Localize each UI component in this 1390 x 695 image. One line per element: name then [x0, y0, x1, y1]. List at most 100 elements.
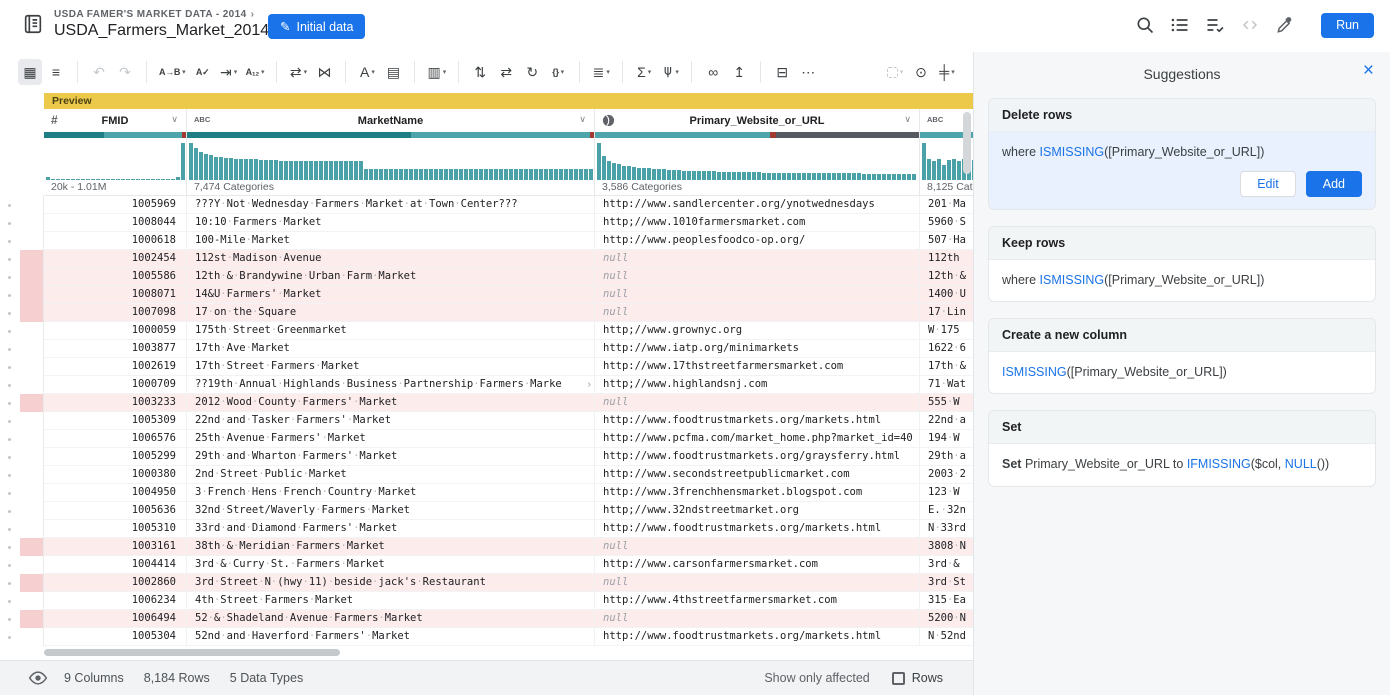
table-row[interactable]: 10032332012·Wood·County·Farmers'·Marketn…	[0, 394, 973, 412]
cell-url[interactable]: http://www.carsonfarmersmarket.com	[595, 556, 920, 574]
row-gutter[interactable]	[20, 340, 44, 358]
table-row[interactable]: 10044143rd·&·Curry·St.·Farmers·Markethtt…	[0, 556, 973, 574]
cell-fmid[interactable]: 1006234	[44, 592, 187, 610]
add-button[interactable]: Add	[1306, 171, 1362, 197]
cell-marketname[interactable]: 38th·&·Meridian·Farmers·Market	[187, 538, 595, 556]
cell-fmid[interactable]: 1005309	[44, 412, 187, 430]
suggestion-card-delete-rows[interactable]: Delete rowswhere ISMISSING([Primary_Webs…	[988, 98, 1376, 210]
row-gutter[interactable]	[20, 394, 44, 412]
row-gutter[interactable]	[20, 232, 44, 250]
cell-marketname[interactable]: 33rd·and·Diamond·Farmers'·Market	[187, 520, 595, 538]
cell-marketname[interactable]: ???Y·Not·Wednesday·Farmers·Market·at·Tow…	[187, 196, 595, 214]
cell-fmid[interactable]: 1003161	[44, 538, 187, 556]
row-gutter[interactable]	[20, 502, 44, 520]
column-header[interactable]: #FMID∨	[44, 109, 186, 132]
row-gutter[interactable]	[20, 430, 44, 448]
comment-icon[interactable]: ⊟	[770, 59, 794, 85]
structure-icon[interactable]: ▥▾	[424, 59, 449, 85]
cell-fmid[interactable]: 1002454	[44, 250, 187, 268]
table-row[interactable]: 10003802nd·Street·Public·Markethttp://ww…	[0, 466, 973, 484]
column-manager-icon[interactable]: ╪▾	[935, 59, 959, 85]
cell-url[interactable]: http://www.secondstreetpublicmarket.com	[595, 466, 920, 484]
cell-url[interactable]: null	[595, 394, 920, 412]
table-row[interactable]: 10062344th·Street·Farmers·Markethttp://w…	[0, 592, 973, 610]
cell-marketname[interactable]: 29th·and·Wharton·Farmers'·Market	[187, 448, 595, 466]
close-icon[interactable]: ×	[1363, 61, 1374, 80]
column-header[interactable]: Primary_Website_or_URL∨	[595, 109, 919, 132]
row-gutter[interactable]	[20, 538, 44, 556]
cell-fmid[interactable]: 1003877	[44, 340, 187, 358]
cell-marketname[interactable]: 10:10·Farmers·Market	[187, 214, 595, 232]
cell-marketname[interactable]: 3rd·&·Curry·St.·Farmers·Market	[187, 556, 595, 574]
cell-fmid[interactable]: 1000380	[44, 466, 187, 484]
extract-column-icon[interactable]: ⇥▾	[217, 59, 241, 85]
table-row[interactable]: 100530452nd·and·Haverford·Farmers'·Marke…	[0, 628, 973, 646]
cell-url[interactable]: http;//www.32ndstreetmarket.org	[595, 502, 920, 520]
flash-fill-icon[interactable]: ▤	[381, 59, 405, 85]
cell-fmid[interactable]: 1005636	[44, 502, 187, 520]
row-gutter[interactable]	[20, 610, 44, 628]
table-row[interactable]: 100804410:10·Farmers·Markethttp;//www.10…	[0, 214, 973, 232]
cell-marketname[interactable]: 100-Mile·Market	[187, 232, 595, 250]
table-row[interactable]: 1002454112st·Madison·Avenuenull112th	[0, 250, 973, 268]
row-gutter[interactable]	[20, 448, 44, 466]
data-quality-bar[interactable]	[187, 132, 594, 138]
suggestion-card-keep-rows[interactable]: Keep rowswhere ISMISSING([Primary_Websit…	[988, 226, 1376, 302]
column-histogram[interactable]	[187, 138, 594, 180]
cell-fmid[interactable]: 1002619	[44, 358, 187, 376]
column-menu-chevron-icon[interactable]: ∨	[904, 114, 911, 125]
cell-url[interactable]: null	[595, 574, 920, 592]
cell-marketname[interactable]: 175th·Street·Greenmarket	[187, 322, 595, 340]
run-button[interactable]: Run	[1321, 13, 1374, 38]
lookup-icon[interactable]: ⊙	[909, 59, 933, 85]
cell-url[interactable]: http://www.4thstreetfarmersmarket.com	[595, 592, 920, 610]
eye-icon[interactable]	[28, 670, 48, 686]
column-menu-chevron-icon[interactable]: ∨	[579, 114, 586, 125]
transpose-icon[interactable]: ↻	[520, 59, 544, 85]
row-gutter[interactable]	[20, 358, 44, 376]
table-row[interactable]: 100261917th·Street·Farmers·Markethttp://…	[0, 358, 973, 376]
cell-url[interactable]: null	[595, 538, 920, 556]
column-header[interactable]: ABCMarketName∨	[187, 109, 594, 132]
view-grid-icon[interactable]: ▦	[18, 59, 42, 85]
cell-url[interactable]: http://www.3frenchhensmarket.blogspot.co…	[595, 484, 920, 502]
table-row[interactable]: 100709817·on·the·Squarenull17·Lin	[0, 304, 973, 322]
table-row[interactable]: 1000059175th·Street·Greenmarkethttp;//ww…	[0, 322, 973, 340]
table-row[interactable]: 100316138th·&·Meridian·Farmers·Marketnul…	[0, 538, 973, 556]
cell-fmid[interactable]: 1005586	[44, 268, 187, 286]
cell-fmid[interactable]: 1000618	[44, 232, 187, 250]
row-gutter[interactable]	[20, 376, 44, 394]
cell-fmid[interactable]: 1002860	[44, 574, 187, 592]
cell-url[interactable]: null	[595, 304, 920, 322]
table-row[interactable]: 100530922nd·and·Tasker·Farmers'·Marketht…	[0, 412, 973, 430]
row-gutter[interactable]	[20, 304, 44, 322]
search-icon[interactable]	[1132, 12, 1158, 38]
steps-check-icon[interactable]	[1202, 12, 1228, 38]
cell-marketname[interactable]: 3rd·Street·N·(hwy·11)·beside·jack's·Rest…	[187, 574, 595, 592]
rows-checkbox[interactable]	[892, 672, 905, 685]
cell-url[interactable]: null	[595, 286, 920, 304]
cell-fmid[interactable]: 1000059	[44, 322, 187, 340]
column-menu-chevron-icon[interactable]: ∨	[171, 114, 178, 125]
cell-fmid[interactable]: 1000709	[44, 376, 187, 394]
table-row[interactable]: 100657625th·Avenue·Farmers'·Markethttp:/…	[0, 430, 973, 448]
cell-url[interactable]: null	[595, 250, 920, 268]
table-row[interactable]: 100531033rd·and·Diamond·Farmers'·Marketh…	[0, 520, 973, 538]
row-gutter[interactable]	[20, 322, 44, 340]
cell-url[interactable]: null	[595, 268, 920, 286]
row-gutter[interactable]	[20, 250, 44, 268]
cell-marketname[interactable]: 17th·Street·Farmers·Market	[187, 358, 595, 376]
braces-icon[interactable]: {}▾	[546, 59, 570, 85]
cell-marketname[interactable]: 3·French·Hens·French·Country·Market	[187, 484, 595, 502]
row-gutter[interactable]	[20, 574, 44, 592]
edit-button[interactable]: Edit	[1240, 171, 1296, 197]
table-row[interactable]: 100558612th·&·Brandywine·Urban·Farm·Mark…	[0, 268, 973, 286]
cell-url[interactable]: http://www.foodtrustmarkets.org/markets.…	[595, 628, 920, 646]
view-list-icon[interactable]: ≡	[44, 59, 68, 85]
row-gutter[interactable]	[20, 214, 44, 232]
cell-marketname[interactable]: 2012·Wood·County·Farmers'·Market	[187, 394, 595, 412]
initial-data-button[interactable]: ✎Initial data	[268, 14, 365, 39]
cell-marketname[interactable]: 32nd·Street/Waverly·Farmers·Market	[187, 502, 595, 520]
cell-url[interactable]: http;//www.highlandsnj.com	[595, 376, 920, 394]
sort-icon[interactable]: A₁₂▾	[243, 59, 268, 85]
